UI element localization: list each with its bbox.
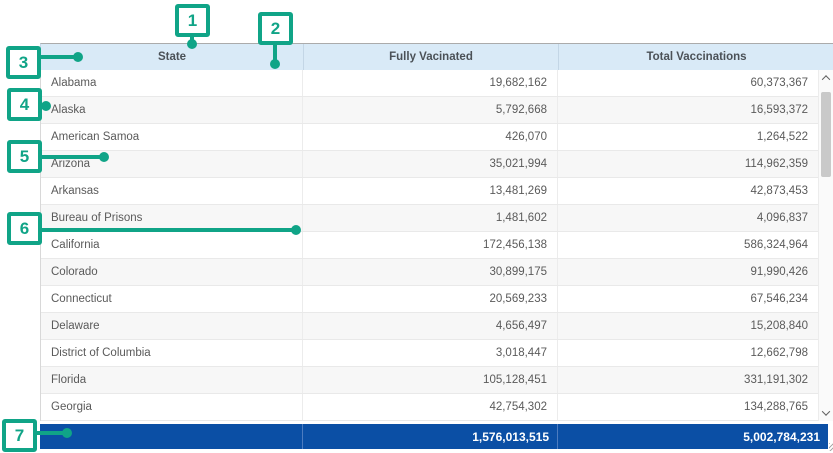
scroll-down-button[interactable] bbox=[819, 406, 833, 420]
cell-fully-vaccinated: 172,456,138 bbox=[303, 232, 558, 258]
table-row[interactable]: California172,456,138586,324,964 bbox=[41, 232, 818, 259]
column-header-fully-vaccinated[interactable]: Fully Vacinated bbox=[304, 44, 559, 70]
cell-fully-vaccinated: 30,899,175 bbox=[303, 259, 558, 285]
cell-total-vaccinations: 67,546,234 bbox=[558, 286, 818, 312]
callout-marker-1: 1 bbox=[175, 4, 210, 37]
cell-state: Arkansas bbox=[41, 178, 303, 204]
callout-marker-5: 5 bbox=[7, 140, 42, 173]
cell-fully-vaccinated: 1,481,602 bbox=[303, 205, 558, 231]
cell-total-vaccinations: 114,962,359 bbox=[558, 151, 818, 177]
resize-grip-icon bbox=[829, 443, 833, 451]
cell-total-vaccinations: 12,662,798 bbox=[558, 340, 818, 366]
cell-state: Delaware bbox=[41, 313, 303, 339]
cell-state: American Samoa bbox=[41, 124, 303, 150]
cell-total-vaccinations: 42,873,453 bbox=[558, 178, 818, 204]
cell-fully-vaccinated: 3,018,447 bbox=[303, 340, 558, 366]
cell-total-vaccinations: 91,990,426 bbox=[558, 259, 818, 285]
cell-state: District of Columbia bbox=[41, 340, 303, 366]
cell-total-vaccinations: 1,264,522 bbox=[558, 124, 818, 150]
table-row[interactable]: Colorado30,899,17591,990,426 bbox=[41, 259, 818, 286]
cell-state: Florida bbox=[41, 367, 303, 393]
cell-fully-vaccinated: 35,021,994 bbox=[303, 151, 558, 177]
table-row[interactable]: Arizona35,021,994114,962,359 bbox=[41, 151, 818, 178]
table-row[interactable]: Alaska5,792,66816,593,372 bbox=[41, 97, 818, 124]
table-row[interactable]: American Samoa426,0701,264,522 bbox=[41, 124, 818, 151]
cell-state: California bbox=[41, 232, 303, 258]
chevron-down-icon bbox=[822, 407, 830, 415]
cell-total-vaccinations: 134,288,765 bbox=[558, 394, 818, 420]
cell-fully-vaccinated: 426,070 bbox=[303, 124, 558, 150]
table-row[interactable]: Florida105,128,451331,191,302 bbox=[41, 367, 818, 394]
cell-fully-vaccinated: 20,569,233 bbox=[303, 286, 558, 312]
cell-fully-vaccinated: 13,481,269 bbox=[303, 178, 558, 204]
scrollbar-thumb[interactable] bbox=[821, 92, 831, 177]
cell-fully-vaccinated: 19,682,162 bbox=[303, 70, 558, 96]
cell-fully-vaccinated: 42,754,302 bbox=[303, 394, 558, 420]
cell-state: Alabama bbox=[41, 70, 303, 96]
callout-dot-3 bbox=[73, 52, 83, 62]
cell-state: Colorado bbox=[41, 259, 303, 285]
cell-fully-vaccinated: 105,128,451 bbox=[303, 367, 558, 393]
cell-total-vaccinations: 4,096,837 bbox=[558, 205, 818, 231]
table-body: Alabama19,682,16260,373,367Alaska5,792,6… bbox=[40, 70, 818, 421]
chevron-up-icon bbox=[822, 75, 830, 83]
callout-marker-6: 6 bbox=[7, 212, 42, 245]
callout-marker-2: 2 bbox=[258, 12, 293, 45]
cell-state: Georgia bbox=[41, 394, 303, 420]
scroll-up-button[interactable] bbox=[819, 71, 833, 85]
column-header-total-vaccinations[interactable]: Total Vaccinations bbox=[559, 44, 833, 70]
table-row[interactable]: Delaware4,656,49715,208,840 bbox=[41, 313, 818, 340]
cell-total-vaccinations: 15,208,840 bbox=[558, 313, 818, 339]
callout-dot-2 bbox=[270, 59, 280, 69]
summary-row: 1,576,013,515 5,002,784,231 bbox=[40, 424, 828, 449]
table-header-row: State Fully Vacinated Total Vaccinations bbox=[40, 43, 833, 70]
callout-line-5 bbox=[42, 155, 106, 159]
summary-cell-fully-vaccinated: 1,576,013,515 bbox=[303, 424, 558, 449]
callout-dot-1 bbox=[187, 39, 197, 49]
summary-cell-state bbox=[40, 424, 303, 449]
cell-state: Connecticut bbox=[41, 286, 303, 312]
dashboard-canvas: State Fully Vacinated Total Vaccinations… bbox=[0, 0, 833, 453]
table-row[interactable]: Arkansas13,481,26942,873,453 bbox=[41, 178, 818, 205]
cell-fully-vaccinated: 5,792,668 bbox=[303, 97, 558, 123]
cell-total-vaccinations: 331,191,302 bbox=[558, 367, 818, 393]
table-row[interactable]: Georgia42,754,302134,288,765 bbox=[41, 394, 818, 421]
vertical-scrollbar[interactable] bbox=[818, 70, 833, 421]
vaccination-table-widget: State Fully Vacinated Total Vaccinations… bbox=[40, 43, 833, 449]
cell-state: Alaska bbox=[41, 97, 303, 123]
callout-marker-4: 4 bbox=[7, 88, 42, 121]
callout-marker-3: 3 bbox=[6, 46, 41, 79]
cell-total-vaccinations: 60,373,367 bbox=[558, 70, 818, 96]
callout-line-6 bbox=[42, 228, 298, 232]
callout-dot-5 bbox=[99, 152, 109, 162]
callout-dot-7 bbox=[62, 428, 72, 438]
callout-dot-6 bbox=[291, 225, 301, 235]
cell-fully-vaccinated: 4,656,497 bbox=[303, 313, 558, 339]
table-row[interactable]: Connecticut20,569,23367,546,234 bbox=[41, 286, 818, 313]
summary-cell-total-vaccinations: 5,002,784,231 bbox=[558, 424, 828, 449]
cell-total-vaccinations: 16,593,372 bbox=[558, 97, 818, 123]
table-row[interactable]: Alabama19,682,16260,373,367 bbox=[41, 70, 818, 97]
table-row[interactable]: District of Columbia3,018,44712,662,798 bbox=[41, 340, 818, 367]
callout-marker-7: 7 bbox=[2, 419, 37, 452]
cell-total-vaccinations: 586,324,964 bbox=[558, 232, 818, 258]
callout-dot-4 bbox=[41, 101, 51, 111]
